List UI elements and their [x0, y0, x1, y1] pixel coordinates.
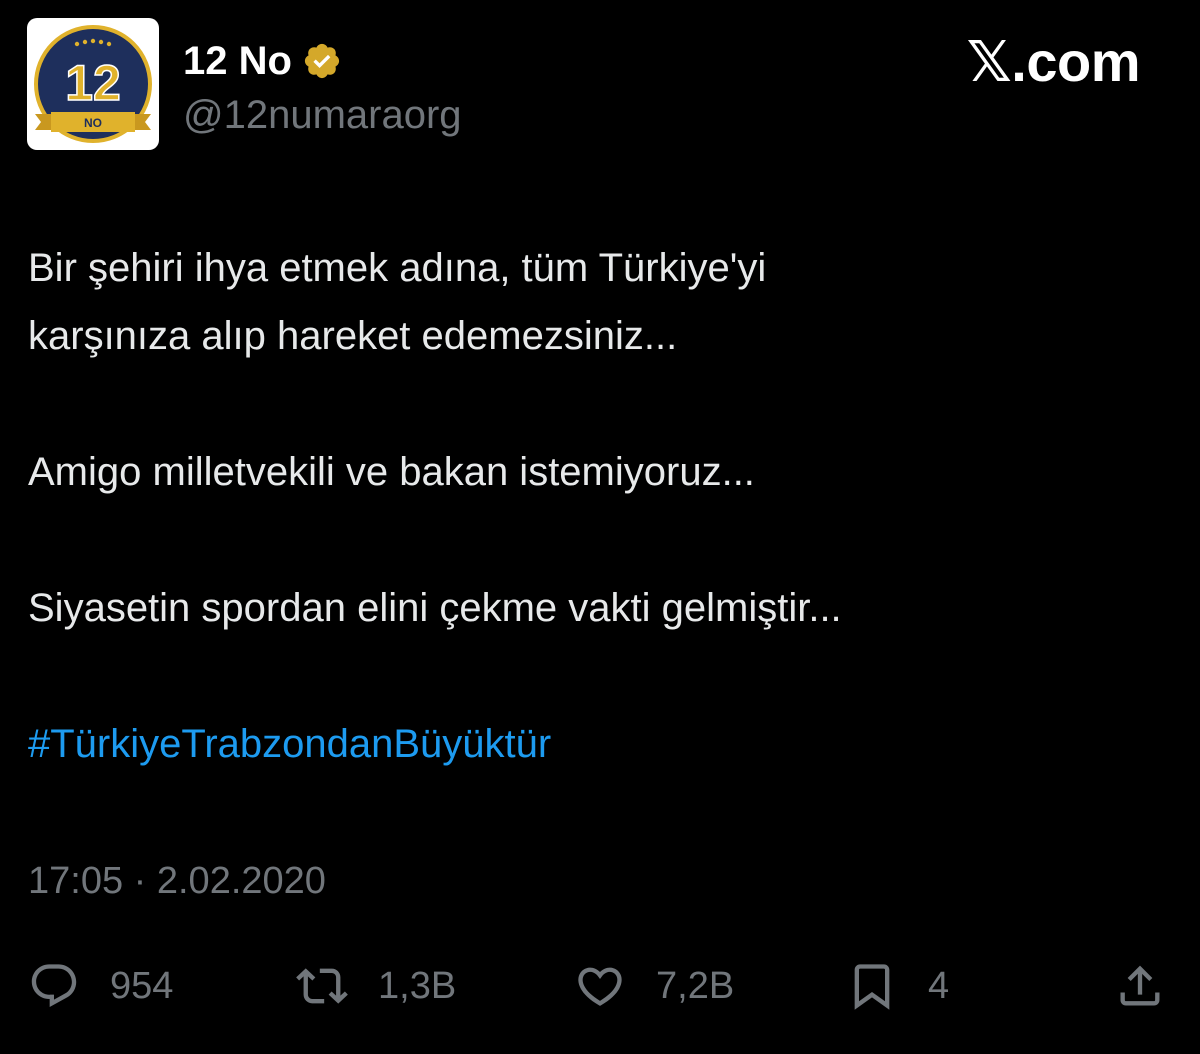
reply-icon — [31, 964, 77, 1008]
retweet-count: 1,3B — [378, 964, 457, 1007]
tweet-timestamp[interactable]: 17:05 · 2.02.2020 — [28, 858, 326, 904]
tweet-line: Bir şehiri ihya etmek adına, tüm Türkiye… — [28, 246, 767, 290]
verified-badge-icon — [302, 41, 342, 81]
tweet-line: Amigo milletvekili ve bakan istemiyoruz.… — [28, 450, 755, 494]
retweet-icon — [296, 968, 348, 1004]
display-name-row[interactable]: 12 No — [183, 38, 342, 84]
hashtag-link[interactable]: #TürkiyeTrabzondanBüyüktür — [28, 710, 1168, 778]
share-icon — [1120, 965, 1160, 1006]
tweet-text: Bir şehiri ihya etmek adına, tüm Türkiye… — [28, 234, 1168, 778]
handle[interactable]: @12numaraorg — [183, 92, 462, 138]
bookmark-count: 4 — [928, 964, 950, 1007]
x-brand-logo: 𝕏.com — [966, 30, 1141, 93]
bookmark-icon — [854, 964, 890, 1010]
tweet-line: karşınıza alıp hareket edemezsiniz... — [28, 314, 678, 358]
reply-button[interactable]: 954 — [28, 956, 173, 1016]
heart-icon — [578, 967, 622, 1006]
avatar[interactable]: 12 NO — [27, 18, 159, 150]
share-button[interactable] — [1114, 956, 1166, 1016]
action-bar: 954 1,3B 7,2B 4 — [0, 956, 1200, 1016]
avatar-number: 12 — [65, 55, 121, 111]
retweet-button[interactable]: 1,3B — [296, 956, 456, 1016]
reply-count: 954 — [110, 964, 174, 1007]
avatar-logo: 12 NO — [34, 25, 152, 143]
avatar-ribbon-text: NO — [84, 116, 102, 130]
tweet-line: Siyasetin spordan elini çekme vakti gelm… — [28, 586, 842, 630]
like-button[interactable]: 7,2B — [574, 956, 734, 1016]
display-name[interactable]: 12 No — [183, 38, 292, 84]
bookmark-button[interactable]: 4 — [846, 956, 949, 1016]
like-count: 7,2B — [656, 964, 735, 1007]
